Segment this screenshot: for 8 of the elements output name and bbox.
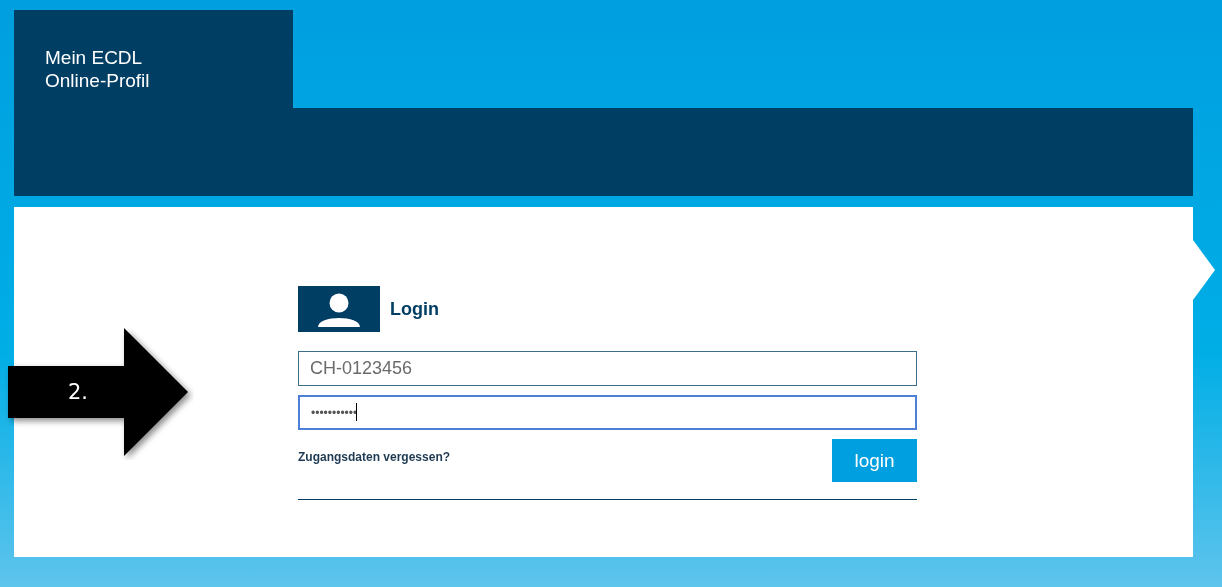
login-heading: Login [390, 298, 439, 320]
user-icon [298, 286, 380, 332]
forgot-credentials-link[interactable]: Zugangsdaten vergessen? [298, 450, 451, 464]
step-number: 2. [68, 380, 89, 404]
password-field[interactable]: ••••••••••• [298, 395, 917, 430]
site-title: Mein ECDL Online-Profil [45, 46, 150, 92]
username-field[interactable]: CH-0123456 [298, 351, 917, 386]
text-cursor [356, 403, 358, 421]
